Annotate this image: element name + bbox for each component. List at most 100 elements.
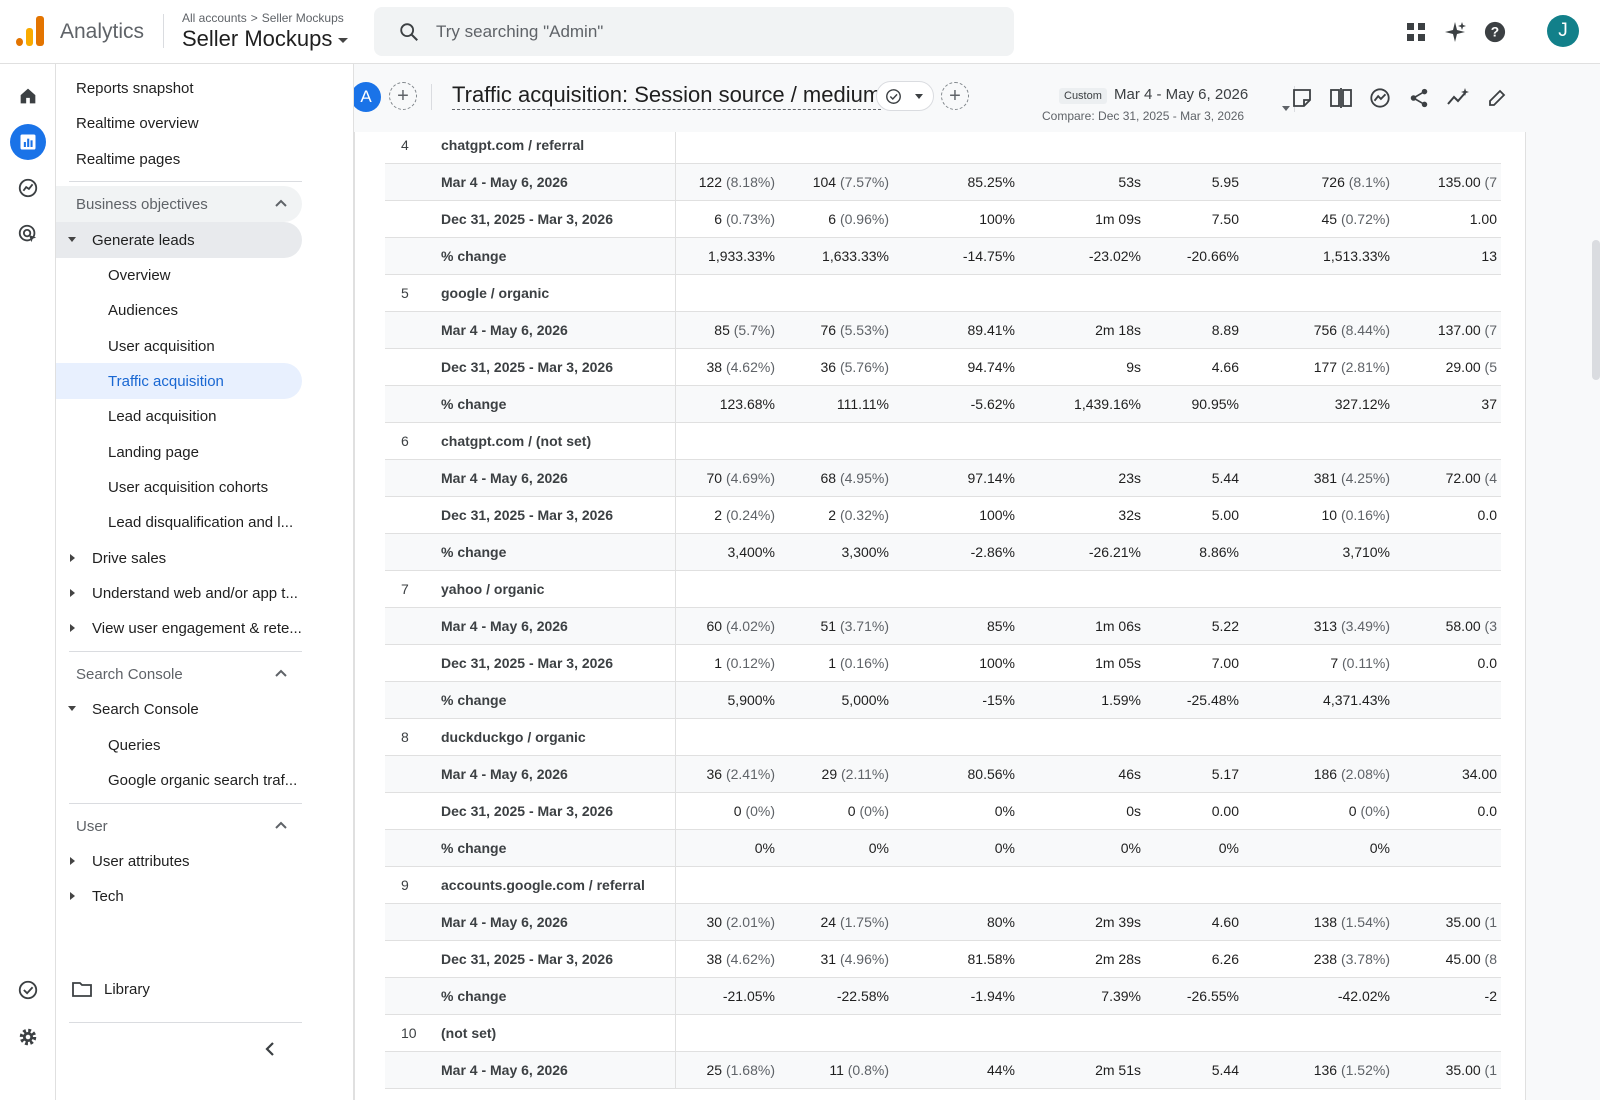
sidebar-item-traffic-acquisition[interactable]: Traffic acquisition xyxy=(56,363,302,399)
home-icon[interactable] xyxy=(10,78,46,114)
sidebar-item-google-organic-search[interactable]: Google organic search traf... xyxy=(56,762,302,798)
table-row-date-range[interactable]: Mar 4 - May 6, 2026 70 (4.69%) 68 (4.95%) 9… xyxy=(385,460,1501,497)
edit-note-icon[interactable] xyxy=(1290,86,1314,110)
account-name[interactable]: Seller Mockups xyxy=(182,26,332,51)
sidebar-item-realtime-overview[interactable]: Realtime overview xyxy=(56,105,302,141)
trend-sparkle-icon[interactable] xyxy=(1446,86,1470,110)
sidebar-item-audiences[interactable]: Audiences xyxy=(56,292,302,328)
report-status-dropdown[interactable] xyxy=(876,81,934,111)
table-row-date-range[interactable]: % change 3,400% 3,300% -2.86% -26.21% 8.86% 3,… xyxy=(385,534,1501,571)
table-row-date-range[interactable]: Dec 31, 2025 - Mar 3, 2026 2 (0.24%) 2 (0.… xyxy=(385,497,1501,534)
table-row-date-range[interactable]: % change 123.68% 111.11% -5.62% 1,439.16% 90.… xyxy=(385,386,1501,423)
source-medium-label[interactable]: chatgpt.com / (not set) xyxy=(441,433,591,449)
sidebar-item-tech[interactable]: Tech xyxy=(56,878,302,914)
table-row-source[interactable]: 7 yahoo / organic xyxy=(385,571,1501,608)
report-title[interactable]: Traffic acquisition: Session source / me… xyxy=(452,82,882,110)
comparison-badge[interactable]: A xyxy=(354,82,381,112)
sidebar-item-generate-leads[interactable]: Generate leads xyxy=(56,222,302,258)
section-search-console[interactable]: Search Console xyxy=(56,656,302,692)
apps-grid-icon[interactable] xyxy=(1402,18,1430,46)
metric-cell: -42.02% xyxy=(1338,988,1390,1004)
metric-value: -42.02% xyxy=(1337,988,1390,1004)
table-row-source[interactable]: 10 (not set) xyxy=(385,1015,1501,1052)
table-row-date-range[interactable]: Mar 4 - May 6, 2026 25 (1.68%) 11 (0.8%) 44… xyxy=(385,1052,1501,1089)
table-row-source[interactable]: 4 chatgpt.com / referral xyxy=(385,132,1501,164)
metric-cell: -25.48% xyxy=(1187,692,1239,708)
metric-cell: 81.58% xyxy=(968,951,1015,967)
sidebar-item-view-user-engagement[interactable]: View user engagement & rete... xyxy=(56,610,302,646)
avatar[interactable]: J xyxy=(1547,15,1579,47)
breadcrumb[interactable]: All accounts > Seller Mockups xyxy=(182,11,344,25)
sidebar-item-user-acquisition[interactable]: User acquisition xyxy=(56,328,302,364)
metric-value: 111.11% xyxy=(836,396,889,412)
account-selector[interactable]: Seller Mockups xyxy=(182,26,349,52)
insights-check-icon[interactable] xyxy=(10,972,46,1008)
table-row-date-range[interactable]: Mar 4 - May 6, 2026 30 (2.01%) 24 (1.75%) 8… xyxy=(385,904,1501,941)
sidebar-item-understand-web[interactable]: Understand web and/or app t... xyxy=(56,575,302,611)
sidebar-item-overview[interactable]: Overview xyxy=(56,257,302,293)
compare-columns-icon[interactable] xyxy=(1329,86,1353,110)
table-row-date-range[interactable]: % change 5,900% 5,000% -15% 1.59% -25.48% 4,37… xyxy=(385,682,1501,719)
table-row-date-range[interactable]: Dec 31, 2025 - Mar 3, 2026 6 (0.73%) 6 (0.… xyxy=(385,201,1501,238)
vertical-scrollbar[interactable] xyxy=(1592,240,1600,380)
settings-gear-icon[interactable] xyxy=(10,1019,46,1055)
source-medium-label[interactable]: accounts.google.com / referral xyxy=(441,877,645,893)
reports-icon[interactable] xyxy=(10,124,46,160)
section-business-objectives[interactable]: Business objectives xyxy=(56,186,302,222)
table-row-date-range[interactable]: Mar 4 - May 6, 2026 36 (2.41%) 29 (2.11%) 8… xyxy=(385,756,1501,793)
table-row-date-range[interactable]: Dec 31, 2025 - Mar 3, 2026 1 (0.12%) 1 (0.… xyxy=(385,645,1501,682)
sidebar-item-reports-snapshot[interactable]: Reports snapshot xyxy=(56,70,302,106)
table-row-date-range[interactable]: Mar 4 - May 6, 2026 122 (8.18%) 104 (7.57%… xyxy=(385,164,1501,201)
table-row-date-range[interactable]: Mar 4 - May 6, 2026 85 (5.7%) 76 (5.53%) 89… xyxy=(385,312,1501,349)
date-range[interactable]: Mar 4 - May 6, 2026 xyxy=(1114,86,1248,103)
analytics-logo-icon[interactable] xyxy=(16,16,44,46)
source-medium-label[interactable]: (not set) xyxy=(441,1025,496,1041)
sidebar-item-realtime-pages[interactable]: Realtime pages xyxy=(56,141,302,177)
section-user[interactable]: User xyxy=(56,808,302,844)
sidebar-item-search-console[interactable]: Search Console xyxy=(56,691,302,727)
table-row-date-range[interactable]: % change -21.05% -22.58% -1.94% 7.39% -26.55%… xyxy=(385,978,1501,1015)
table-row-source[interactable]: 5 google / organic xyxy=(385,275,1501,312)
breadcrumb-root[interactable]: All accounts xyxy=(182,11,247,25)
table-row-date-range[interactable]: % change 0% 0% 0% 0% 0% 0% xyxy=(385,830,1501,867)
source-medium-label[interactable]: duckduckgo / organic xyxy=(441,729,586,745)
table-row-source[interactable]: 9 accounts.google.com / referral xyxy=(385,867,1501,904)
insights-chart-icon[interactable] xyxy=(1368,86,1392,110)
search-bar[interactable] xyxy=(374,7,1014,56)
sidebar-item-queries[interactable]: Queries xyxy=(56,727,302,763)
sidebar-item-drive-sales[interactable]: Drive sales xyxy=(56,540,302,576)
add-comparison-button[interactable]: + xyxy=(389,82,417,110)
share-icon[interactable] xyxy=(1407,86,1431,110)
advertising-icon[interactable] xyxy=(10,216,46,252)
search-input[interactable] xyxy=(436,19,996,45)
sidebar-item-lead-acquisition[interactable]: Lead acquisition xyxy=(56,398,302,434)
metric-value: 70 xyxy=(706,470,723,486)
explore-icon[interactable] xyxy=(10,170,46,206)
table-row-date-range[interactable]: Dec 31, 2025 - Mar 3, 2026 0 (0%) 0 (0%) 0%… xyxy=(385,793,1501,830)
table-row-source[interactable]: 8 duckduckgo / organic xyxy=(385,719,1501,756)
source-medium-label[interactable]: google / organic xyxy=(441,285,549,301)
compare-date-range[interactable]: Compare: Dec 31, 2025 - Mar 3, 2026 xyxy=(1042,109,1244,123)
sidebar-item-user-attributes[interactable]: User attributes xyxy=(56,843,302,879)
collapse-sidebar-button[interactable] xyxy=(262,1040,278,1063)
source-medium-label[interactable]: chatgpt.com / referral xyxy=(441,137,584,153)
pencil-edit-icon[interactable] xyxy=(1485,86,1509,110)
metric-cell: 137.00 (7 xyxy=(1438,322,1497,338)
table-row-date-range[interactable]: % change 1,933.33% 1,633.33% -14.75% -23.02%… xyxy=(385,238,1501,275)
source-medium-label[interactable]: yahoo / organic xyxy=(441,581,544,597)
date-caret-down-icon[interactable] xyxy=(1282,106,1290,111)
table-row-date-range[interactable]: Dec 31, 2025 - Mar 3, 2026 38 (4.62%) 31 (… xyxy=(385,941,1501,978)
sparkle-icon[interactable] xyxy=(1441,18,1469,46)
table-row-source[interactable]: 6 chatgpt.com / (not set) xyxy=(385,423,1501,460)
breadcrumb-current[interactable]: Seller Mockups xyxy=(262,11,344,25)
library-link[interactable]: Library xyxy=(72,980,150,998)
sidebar-item-landing-page[interactable]: Landing page xyxy=(56,434,302,470)
sidebar-item-lead-disqualification[interactable]: Lead disqualification and l... xyxy=(56,504,302,540)
table-row-date-range[interactable]: Dec 31, 2025 - Mar 3, 2026 38 (4.62%) 36 (… xyxy=(385,349,1501,386)
date-type-badge[interactable]: Custom xyxy=(1059,88,1107,104)
help-icon[interactable]: ? xyxy=(1481,18,1509,46)
add-filter-button[interactable]: + xyxy=(941,82,969,110)
sidebar-item-user-acquisition-cohorts[interactable]: User acquisition cohorts xyxy=(56,469,302,505)
divider xyxy=(163,14,164,48)
table-row-date-range[interactable]: Mar 4 - May 6, 2026 60 (4.02%) 51 (3.71%) 8… xyxy=(385,608,1501,645)
